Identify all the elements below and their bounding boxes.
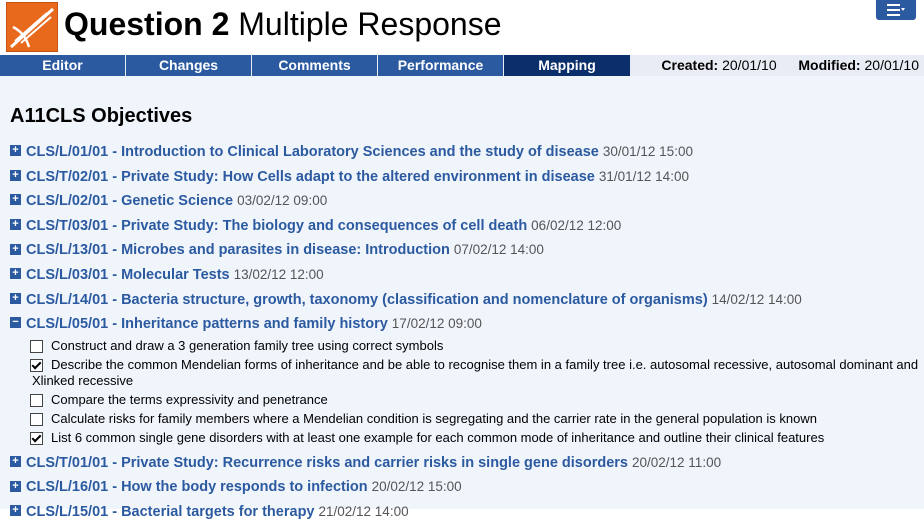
minus-icon[interactable]: − (10, 317, 21, 329)
page-title: Question 2 Multiple Response (64, 4, 502, 44)
objectives-list: + CLS/L/01/01 - Introduction to Clinical … (10, 140, 920, 525)
tab-bar: Editor Changes Comments Performance Mapp… (0, 55, 924, 76)
objective-date: 21/02/12 14:00 (318, 503, 409, 519)
objective-date: 31/01/12 14:00 (598, 168, 689, 184)
plus-icon[interactable]: + (10, 505, 21, 517)
sub-objective-checkbox[interactable] (30, 413, 43, 427)
created-value: 20/01/10 (722, 57, 777, 73)
objective-date: 17/02/12 09:00 (391, 316, 482, 332)
objective-title[interactable]: CLS/L/01/01 - Introduction to Clinical L… (26, 144, 599, 160)
question-metadata: Created: 20/01/10 Modified: 20/01/10 (661, 55, 919, 76)
plus-icon[interactable]: + (10, 169, 21, 181)
objective-item: + CLS/T/01/01 - Private Study: Recurrence… (10, 451, 920, 476)
plus-icon[interactable]: + (10, 292, 21, 304)
sub-objective: Construct and draw a 3 generation family… (30, 337, 920, 356)
objective-item: + CLS/L/03/01 - Molecular Tests 13/02/12 1… (10, 263, 920, 288)
objective-date: 13/02/12 12:00 (233, 266, 324, 282)
sub-objective-checkbox[interactable] (30, 432, 43, 446)
app-header: Question 2 Multiple Response (0, 0, 924, 55)
sub-objective-text: Compare the terms expressivity and penet… (51, 392, 328, 408)
sub-objective-text: Construct and draw a 3 generation family… (51, 338, 444, 354)
sub-objective-text: Describe the common Mendelian forms of i… (51, 357, 919, 373)
objective-date: 30/01/12 15:00 (602, 144, 693, 159)
tabs: Editor Changes Comments Performance Mapp… (0, 55, 630, 76)
sub-objective-text: List 6 common single gene disorders with… (51, 430, 825, 446)
sub-objective: Compare the terms expressivity and penet… (30, 391, 920, 410)
sub-objective-checkbox[interactable] (30, 359, 43, 373)
objective-item: + CLS/L/16/01 - How the body responds to … (10, 475, 920, 500)
sub-objective-checkbox[interactable] (30, 340, 43, 354)
sub-objective-text: Calculate risks for family members where… (51, 411, 817, 427)
objective-title[interactable]: CLS/L/15/01 - Bacterial targets for ther… (26, 504, 315, 520)
sub-objective: Describe the common Mendelian forms of i… (30, 356, 920, 391)
objective-date: 06/02/12 12:00 (531, 217, 622, 233)
sub-objective-text-continued: Xlinked recessive (32, 373, 134, 389)
sub-objectives: Construct and draw a 3 generation family… (30, 337, 920, 448)
section-title: A11CLS Objectives (10, 105, 193, 127)
objective-title[interactable]: CLS/T/01/01 - Private Study: Recurrence … (26, 455, 628, 471)
objective-date: 07/02/12 14:00 (453, 242, 544, 258)
objective-item: + CLS/T/03/01 - Private Study: The biolog… (10, 214, 920, 239)
hamburger-menu-icon[interactable] (876, 0, 916, 20)
objective-date: 20/02/12 11:00 (632, 454, 722, 470)
objective-item: + CLS/T/02/01 - Private Study: How Cells … (10, 165, 920, 190)
objective-item-expanded: − CLS/L/05/01 - Inheritance patterns and … (10, 312, 920, 337)
objective-title[interactable]: CLS/L/13/01 - Microbes and parasites in … (26, 242, 450, 258)
sub-objective: List 6 common single gene disorders with… (30, 429, 920, 448)
objective-date: 03/02/12 09:00 (237, 193, 328, 209)
question-type: Multiple Response (238, 6, 502, 42)
objective-title[interactable]: CLS/L/03/01 - Molecular Tests (26, 267, 230, 283)
tab-mapping[interactable]: Mapping (504, 55, 630, 76)
objective-title[interactable]: CLS/L/16/01 - How the body responds to i… (26, 479, 368, 495)
plus-icon[interactable]: + (10, 243, 21, 255)
plus-icon[interactable]: + (10, 456, 21, 468)
objective-item: + CLS/L/15/01 - Bacterial targets for the… (10, 500, 920, 525)
tab-editor[interactable]: Editor (0, 55, 126, 76)
objective-title[interactable]: CLS/L/05/01 - Inheritance patterns and f… (26, 316, 388, 332)
objective-title[interactable]: CLS/T/03/01 - Private Study: The biology… (26, 218, 527, 234)
plus-icon[interactable]: + (10, 268, 21, 280)
objective-item: + CLS/L/14/01 - Bacteria structure, growt… (10, 288, 920, 313)
app-logo-icon (6, 2, 58, 52)
objective-title[interactable]: CLS/L/02/01 - Genetic Science (26, 193, 233, 209)
plus-icon[interactable]: + (10, 145, 21, 157)
objective-date: 14/02/12 14:00 (711, 291, 802, 307)
question-number: Question 2 (64, 6, 230, 42)
created-label: Created: (661, 57, 719, 73)
plus-icon[interactable]: + (10, 480, 21, 492)
objective-title[interactable]: CLS/T/02/01 - Private Study: How Cells a… (26, 169, 595, 185)
plus-icon[interactable]: + (10, 194, 21, 206)
sub-objective: Calculate risks for family members where… (30, 410, 920, 429)
sub-objective-checkbox[interactable] (30, 394, 43, 408)
plus-icon[interactable]: + (10, 219, 21, 231)
objective-item: + CLS/L/02/01 - Genetic Science 03/02/12 0… (10, 189, 920, 214)
objective-item: + CLS/L/01/01 - Introduction to Clinical … (10, 140, 920, 165)
tab-comments[interactable]: Comments (252, 55, 378, 76)
objective-date: 20/02/12 15:00 (371, 479, 462, 495)
tab-changes[interactable]: Changes (126, 55, 252, 76)
modified-label: Modified: (798, 57, 861, 73)
main-content: A11CLS Objectives + CLS/L/01/01 - Introdu… (0, 76, 924, 520)
tab-performance[interactable]: Performance (378, 55, 504, 76)
objective-item: + CLS/L/13/01 - Microbes and parasites in… (10, 238, 920, 263)
modified-value: 20/01/10 (864, 57, 920, 73)
objective-title[interactable]: CLS/L/14/01 - Bacteria structure, growth… (26, 292, 708, 308)
